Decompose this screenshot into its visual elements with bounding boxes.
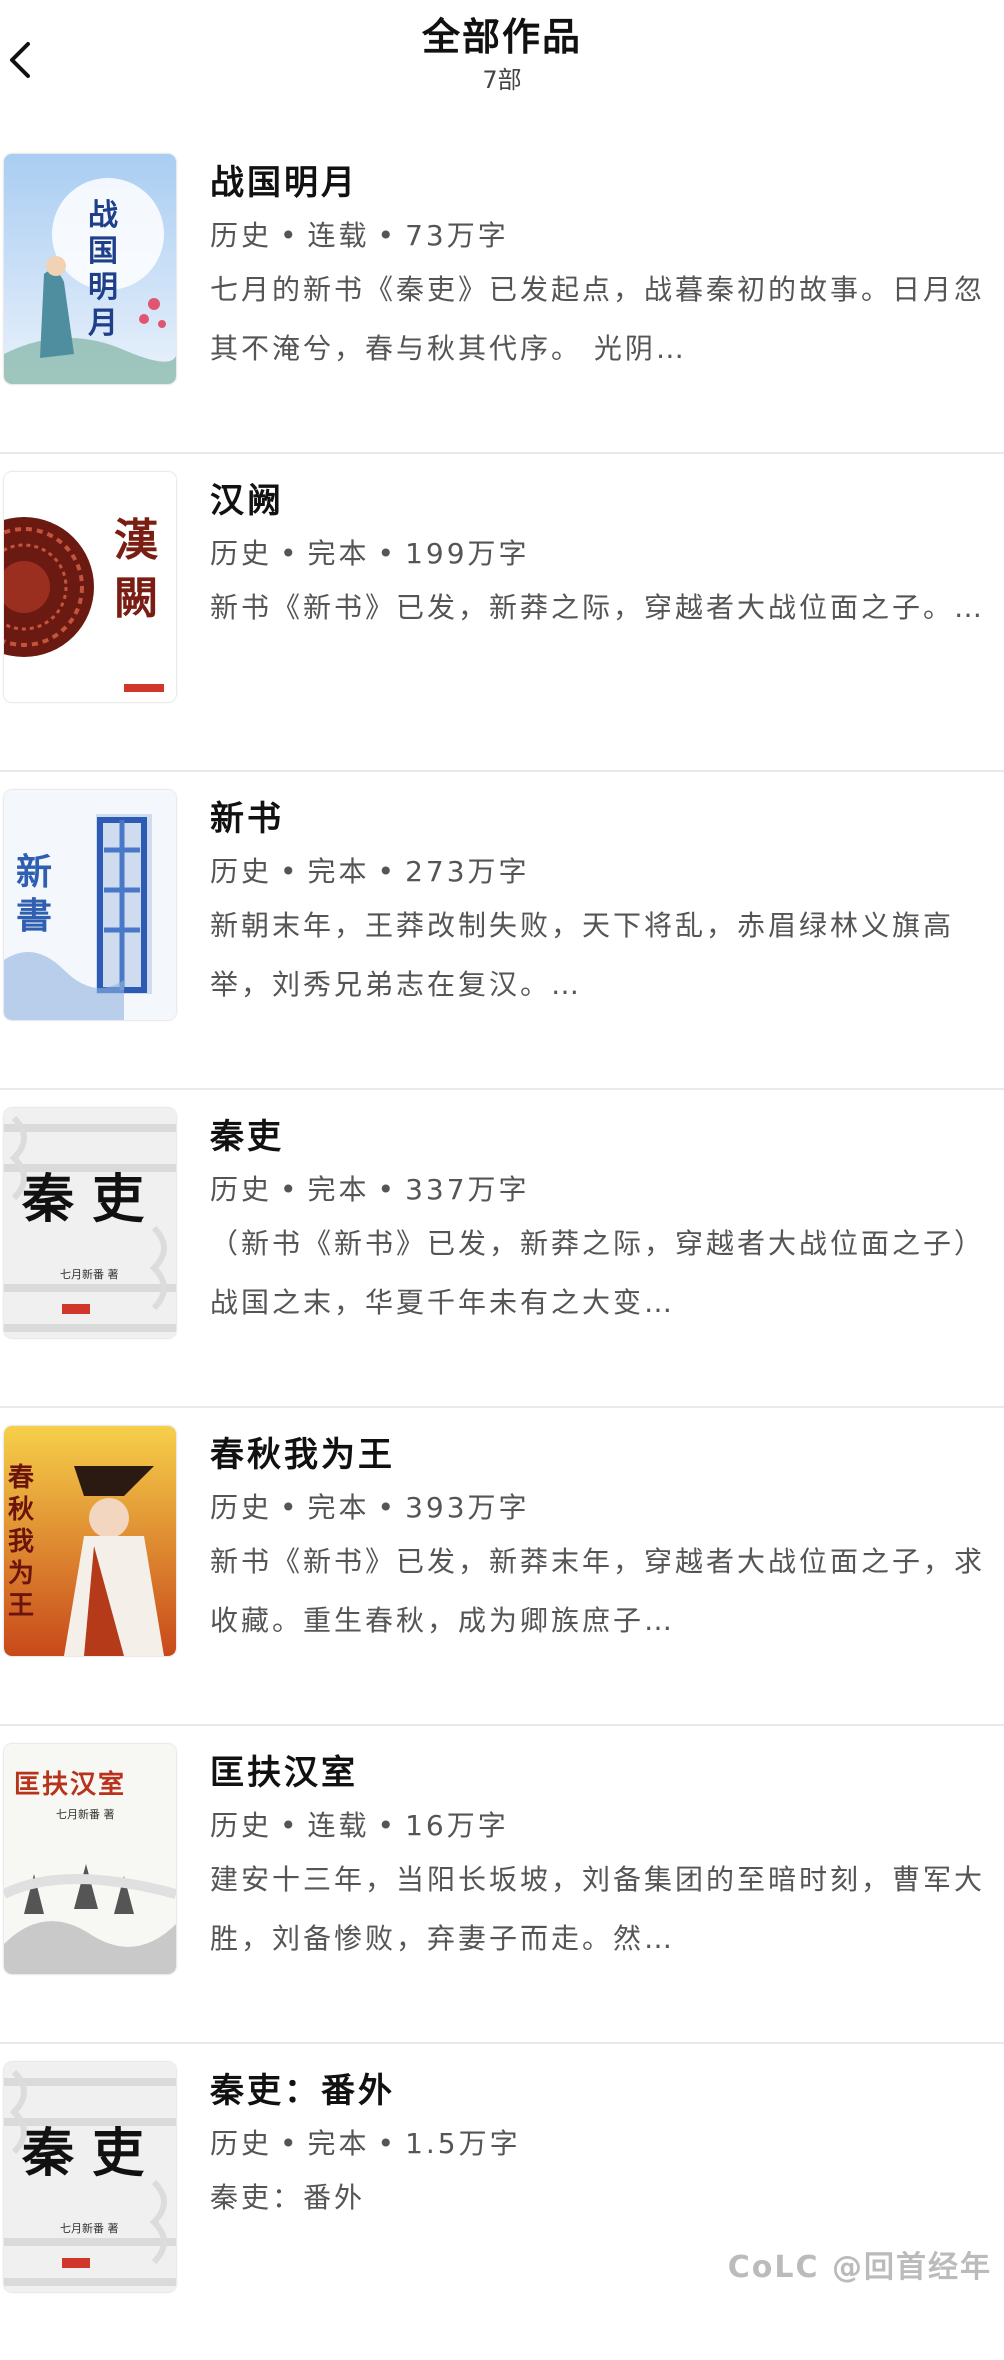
book-status: 完本 <box>307 2127 370 2160</box>
cover-title: 匡扶汉室 <box>14 1770 127 1800</box>
cover-author: 七月新番 著 <box>60 2222 119 2235</box>
book-status: 完本 <box>307 855 370 888</box>
book-cover[interactable]: 秦吏 七月新番 著 <box>4 2062 176 2292</box>
separator-dot: • <box>280 537 300 570</box>
separator-dot: • <box>377 855 398 888</box>
page-title: 全部作品 <box>421 15 582 59</box>
book-meta: 历史 • 连载 • 16万字 <box>210 1802 994 1850</box>
book-title: 新书 <box>210 799 284 839</box>
separator-dot: • <box>377 537 398 570</box>
book-description: 新书《新书》已发，新莽末年，穿越者大战位面之子，求收藏。重生春秋，成为卿族庶子… <box>210 1545 986 1637</box>
watermark: CoLC @回首经年 <box>727 2250 992 2285</box>
book-category: 历史 <box>210 537 273 570</box>
book-title: 汉阙 <box>210 481 284 521</box>
separator-dot: • <box>280 219 300 252</box>
book-status: 完本 <box>307 1491 370 1524</box>
book-word-count: 1.5万字 <box>405 2127 521 2160</box>
book-title: 秦吏 <box>210 1117 284 1157</box>
book-cover[interactable]: 新書 <box>4 790 176 1020</box>
book-cover[interactable]: 春秋我为王 <box>4 1426 176 1656</box>
book-title: 匡扶汉室 <box>210 1753 358 1793</box>
book-meta: 历史 • 完本 • 273万字 <box>210 848 994 896</box>
separator-dot: • <box>377 1809 398 1842</box>
book-title: 秦吏：番外 <box>210 2071 395 2111</box>
book-cover[interactable]: 战国明月 <box>4 154 176 384</box>
book-description: 秦吏：番外 <box>210 2181 366 2214</box>
book-status: 连载 <box>307 219 370 252</box>
book-item[interactable]: 秦吏 七月新番 著 秦吏 历史 • 完本 • 337万字 （新书《新书》已发，新莽之际，… <box>0 1090 1004 1408</box>
book-category: 历史 <box>210 855 273 888</box>
book-item[interactable]: 匡扶汉室 七月新番 著 匡扶汉室 历史 • 连载 • 16万字 建安十三年，当阳长坂坡，… <box>0 1726 1004 2044</box>
book-title: 战国明月 <box>210 163 358 203</box>
cover-title: 秦吏 <box>22 2123 163 2184</box>
separator-dot: • <box>280 1173 300 1206</box>
cover-title: 漢闕 <box>114 515 158 624</box>
separator-dot: • <box>280 2127 300 2160</box>
book-word-count: 199万字 <box>405 537 530 570</box>
cover-title: 春秋我为王 <box>8 1463 35 1621</box>
book-item[interactable]: 春秋我为王 春秋我为王 历史 • 完本 • 393万字 新书《新书》已发，新莽末年，穿越… <box>0 1408 1004 1726</box>
book-meta: 历史 • 完本 • 337万字 <box>210 1166 994 1214</box>
book-meta: 历史 • 连载 • 73万字 <box>210 212 994 260</box>
book-category: 历史 <box>210 1173 273 1206</box>
page-header: 全部作品 7部 <box>0 0 1004 120</box>
book-cover[interactable]: 匡扶汉室 七月新番 著 <box>4 1744 176 1974</box>
book-description: 建安十三年，当阳长坂坡，刘备集团的至暗时刻，曹军大胜，刘备惨败，弃妻子而走。然… <box>210 1863 986 1955</box>
book-word-count: 273万字 <box>405 855 530 888</box>
cover-author: 七月新番 著 <box>56 1808 115 1821</box>
cover-title: 战国明月 <box>88 198 118 341</box>
cover-author: 七月新番 著 <box>60 1268 119 1281</box>
book-item[interactable]: 漢闕 汉阙 历史 • 完本 • 199万字 新书《新书》已发，新莽之际，穿越者大战位面之… <box>0 454 1004 772</box>
book-cover[interactable]: 秦吏 七月新番 著 <box>4 1108 176 1338</box>
book-item[interactable]: 秦吏 七月新番 著 秦吏：番外 历史 • 完本 • 1.5万字 秦吏：番外 <box>0 2044 1004 2360</box>
cover-title: 秦吏 <box>22 1169 163 1230</box>
separator-dot: • <box>377 1491 398 1524</box>
book-item[interactable]: 战国明月 战国明月 历史 • 连载 • 73万字 七月的新书《秦吏》已发起点，战暮秦初的… <box>0 136 1004 454</box>
book-description: 七月的新书《秦吏》已发起点，战暮秦初的故事。日月忽其不淹兮，春与秋其代序。 光阴… <box>210 273 986 365</box>
book-category: 历史 <box>210 2127 273 2160</box>
book-cover[interactable]: 漢闕 <box>4 472 176 702</box>
book-word-count: 16万字 <box>405 1809 509 1842</box>
book-word-count: 337万字 <box>405 1173 530 1206</box>
book-category: 历史 <box>210 219 273 252</box>
separator-dot: • <box>280 1491 300 1524</box>
cover-title: 新書 <box>16 851 53 937</box>
book-meta: 历史 • 完本 • 1.5万字 <box>210 2120 994 2168</box>
separator-dot: • <box>377 2127 398 2160</box>
book-meta: 历史 • 完本 • 199万字 <box>210 530 994 578</box>
book-description: （新书《新书》已发，新莽之际，穿越者大战位面之子）战国之末，华夏千年未有之大变… <box>210 1227 986 1319</box>
book-list: 战国明月 战国明月 历史 • 连载 • 73万字 七月的新书《秦吏》已发起点，战暮秦初的… <box>0 136 1004 2360</box>
book-category: 历史 <box>210 1491 273 1524</box>
book-meta: 历史 • 完本 • 393万字 <box>210 1484 994 1532</box>
book-description: 新书《新书》已发，新莽之际，穿越者大战位面之子。… <box>210 591 986 624</box>
separator-dot: • <box>280 855 300 888</box>
works-count: 7部 <box>482 66 522 94</box>
book-title: 春秋我为王 <box>210 1435 395 1475</box>
separator-dot: • <box>280 1809 300 1842</box>
book-word-count: 393万字 <box>405 1491 530 1524</box>
book-status: 完本 <box>307 1173 370 1206</box>
book-status: 完本 <box>307 537 370 570</box>
book-category: 历史 <box>210 1809 273 1842</box>
separator-dot: • <box>377 219 398 252</box>
book-word-count: 73万字 <box>405 219 509 252</box>
separator-dot: • <box>377 1173 398 1206</box>
book-status: 连载 <box>307 1809 370 1842</box>
book-description: 新朝末年，王莽改制失败，天下将乱，赤眉绿林义旗高举，刘秀兄弟志在复汉。… <box>210 909 955 1001</box>
book-item[interactable]: 新書 新书 历史 • 完本 • 273万字 新朝末年，王莽改制失败，天下将乱，赤眉绿林义… <box>0 772 1004 1090</box>
